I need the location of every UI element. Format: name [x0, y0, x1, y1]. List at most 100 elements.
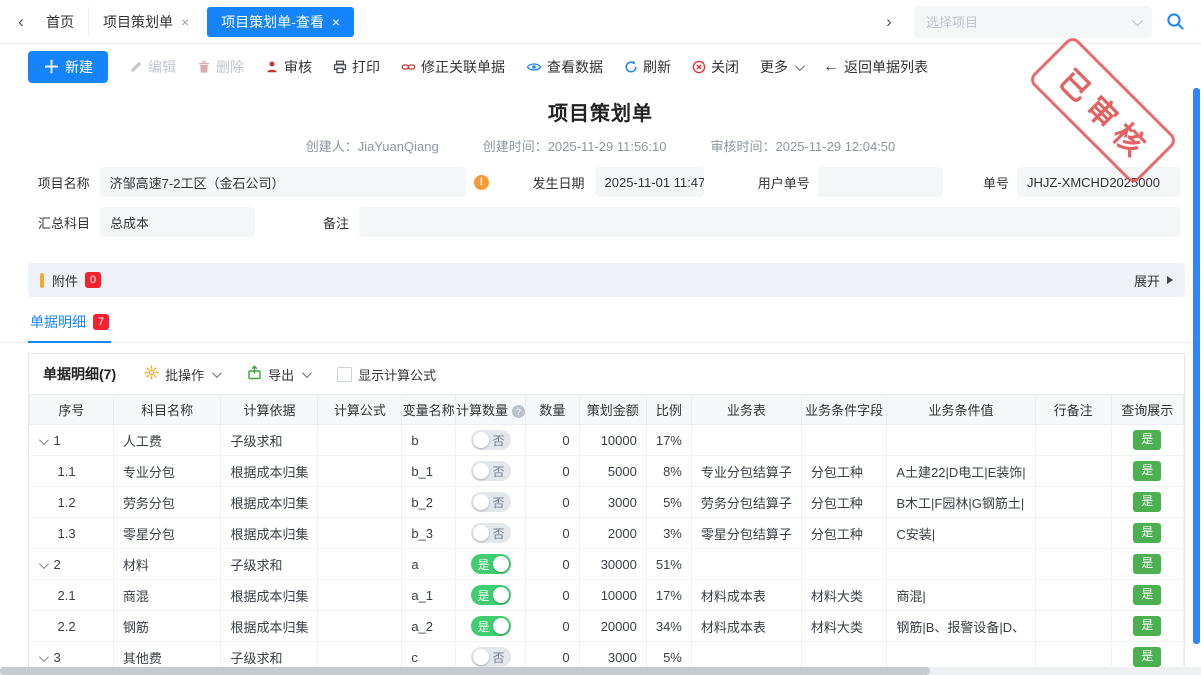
more-button[interactable]: 更多	[760, 57, 802, 77]
edit-button[interactable]: 编辑	[129, 57, 176, 77]
new-button[interactable]: ＋新建	[28, 51, 108, 83]
caret-down-icon[interactable]	[38, 652, 48, 662]
cell-subject: 商混	[113, 580, 221, 611]
summary-subject-input[interactable]: 总成本	[100, 207, 255, 237]
cell-variable: a_2	[402, 611, 456, 642]
export-button[interactable]: 导出	[247, 365, 309, 384]
query-display-badge: 是	[1133, 585, 1161, 605]
show-formula-toggle[interactable]: 显示计算公式	[337, 365, 436, 384]
cell-amount: 30000	[579, 549, 646, 580]
calc-qty-switch[interactable]: 否	[471, 461, 511, 481]
table-row[interactable]: 2.2钢筋根据成本归集a_2是02000034%材料成本表材料大类钢筋|B、报警…	[30, 611, 1184, 642]
tabs-scroll-right-icon[interactable]: ›	[878, 12, 900, 32]
table-row[interactable]: 2材料子级求和a是03000051%是	[30, 549, 1184, 580]
view-data-label: 查看数据	[547, 57, 603, 77]
cell-query_display: 是	[1111, 425, 1183, 456]
calc-qty-switch[interactable]: 是	[471, 554, 511, 574]
occur-date-input[interactable]: 2025-11-01 11:47:	[595, 167, 705, 197]
cell-row_remark	[1035, 425, 1111, 456]
tabs-scroll-left-icon[interactable]: ‹	[10, 12, 32, 32]
seq-value: 2.2	[58, 619, 76, 634]
attachment-bar[interactable]: 附件 0 展开	[28, 263, 1185, 297]
tab-item-0[interactable]: 首页	[32, 7, 89, 37]
table-row[interactable]: 1.2劳务分包根据成本归集b_2否030005%劳务分包结算子分包工种B木工|F…	[30, 487, 1184, 518]
project-select-placeholder: 选择项目	[926, 12, 1132, 31]
cell-ratio: 17%	[646, 425, 691, 456]
user-no-input[interactable]	[818, 167, 943, 197]
grid-title: 单据明细(7)	[43, 364, 116, 384]
close-icon[interactable]: ×	[181, 15, 189, 29]
cell-ratio: 3%	[646, 518, 691, 549]
horizontal-scrollbar-track[interactable]	[0, 667, 1201, 675]
tab-detail[interactable]: 单据明细 7	[28, 307, 111, 343]
close-button[interactable]: 关闭	[692, 57, 739, 77]
doc-no-input[interactable]: JHJZ-XMCHD2025000	[1017, 167, 1181, 197]
horizontal-scrollbar-thumb[interactable]	[0, 667, 930, 675]
chevron-down-icon	[212, 368, 222, 378]
print-button[interactable]: 打印	[333, 57, 380, 77]
cell-formula	[318, 518, 402, 549]
table-row[interactable]: 1.1专业分包根据成本归集b_1否050008%专业分包结算子分包工种A土建22…	[30, 456, 1184, 487]
cell-amount: 10000	[579, 580, 646, 611]
back-to-list-button[interactable]: ← 返回单据列表	[823, 57, 928, 77]
remark-input[interactable]	[359, 207, 1181, 237]
delete-button[interactable]: 删除	[197, 57, 244, 77]
calc-qty-switch[interactable]: 是	[471, 616, 511, 636]
cell-basis: 根据成本归集	[221, 456, 318, 487]
cell-query_display: 是	[1111, 456, 1183, 487]
tab-item-2[interactable]: 项目策划单-查看×	[207, 7, 354, 37]
calc-qty-switch[interactable]: 否	[471, 430, 511, 450]
switch-label: 否	[493, 494, 505, 511]
doc-meta: 创建人：JiaYuanQiang 创建时间：2025-11-29 11:56:1…	[0, 136, 1201, 155]
info-icon[interactable]: !	[474, 175, 489, 190]
project-name-input[interactable]: 济邹高速7-2工区（金石公司）	[100, 167, 466, 197]
tab-item-1[interactable]: 项目策划单×	[89, 7, 204, 37]
cell-basis: 根据成本归集	[221, 611, 318, 642]
cell-subject: 材料	[113, 549, 221, 580]
cell-query_display: 是	[1111, 580, 1183, 611]
cell-amount: 20000	[579, 611, 646, 642]
calc-qty-switch[interactable]: 否	[471, 523, 511, 543]
table-row[interactable]: 1.3零星分包根据成本归集b_3否020003%零星分包结算子分包工种C安装|是	[30, 518, 1184, 549]
table-row[interactable]: 1人工费子级求和b否01000017%是	[30, 425, 1184, 456]
cell-biz_field	[801, 549, 886, 580]
table-row[interactable]: 2.1商混根据成本归集a_1是01000017%材料成本表材料大类商混|是	[30, 580, 1184, 611]
cell-calc_qty: 是	[456, 611, 526, 642]
close-icon[interactable]: ×	[332, 15, 340, 29]
calc-qty-switch[interactable]: 是	[471, 585, 511, 605]
seq-value: 2.1	[58, 588, 76, 603]
audited-value: 2025-11-29 12:04:50	[776, 139, 896, 154]
cell-row_remark	[1035, 456, 1111, 487]
calc-qty-switch[interactable]: 否	[471, 647, 511, 667]
cell-biz_value	[887, 425, 1035, 456]
audit-button[interactable]: 审核	[265, 57, 312, 77]
search-icon[interactable]	[1166, 12, 1185, 31]
created-label: 创建时间：	[483, 139, 548, 154]
cell-biz_field: 分包工种	[801, 487, 886, 518]
cell-query_display: 是	[1111, 611, 1183, 642]
batch-operation-button[interactable]: 批操作	[144, 365, 219, 384]
caret-down-icon[interactable]	[38, 435, 48, 445]
fix-related-button[interactable]: 修正关联单据	[401, 57, 505, 77]
checkbox-icon[interactable]	[337, 367, 352, 382]
cell-qty: 0	[526, 425, 580, 456]
cell-qty: 0	[526, 518, 580, 549]
cell-biz_field: 分包工种	[801, 456, 886, 487]
attachment-count-badge: 0	[85, 272, 101, 288]
caret-down-icon[interactable]	[38, 559, 48, 569]
refresh-button[interactable]: 刷新	[624, 57, 671, 77]
expand-button[interactable]: 展开	[1134, 271, 1173, 290]
cell-biz_table: 零星分包结算子	[691, 518, 801, 549]
query-display-badge: 是	[1133, 492, 1161, 512]
export-label: 导出	[268, 365, 294, 384]
cell-biz_field: 分包工种	[801, 518, 886, 549]
cell-row_remark	[1035, 611, 1111, 642]
calc-qty-switch[interactable]: 否	[471, 492, 511, 512]
cell-ratio: 8%	[646, 456, 691, 487]
project-select[interactable]: 选择项目	[914, 6, 1152, 38]
triangle-right-icon	[1167, 276, 1173, 284]
vertical-scrollbar[interactable]	[1193, 88, 1200, 644]
view-data-button[interactable]: 查看数据	[526, 57, 603, 77]
column-header-4: 变量名称	[402, 395, 456, 425]
eye-icon	[526, 60, 542, 74]
